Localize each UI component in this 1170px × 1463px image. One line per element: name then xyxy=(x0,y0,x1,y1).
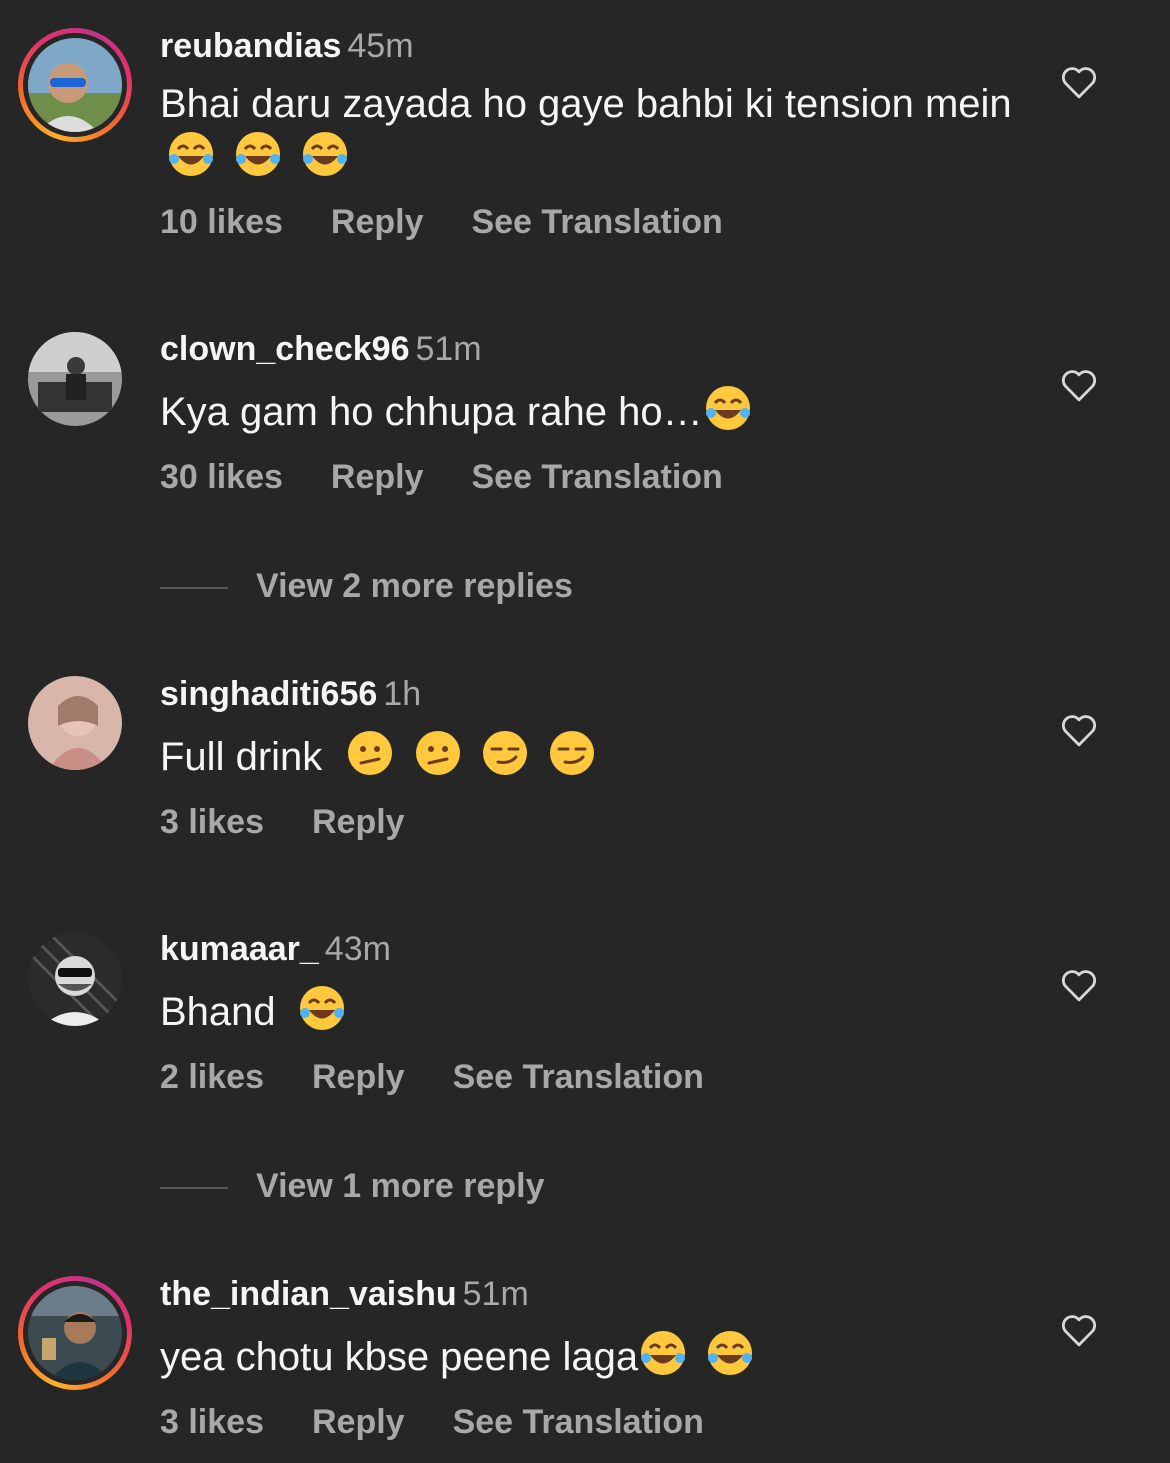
joy-emoji xyxy=(641,1331,686,1375)
comment-text: yea chotu kbse peene laga xyxy=(160,1328,1020,1382)
heart-icon[interactable] xyxy=(1058,1309,1100,1351)
divider-line xyxy=(160,587,228,590)
comment-text: Bhai daru zayada ho gaye bahbi ki tensio… xyxy=(160,80,1020,183)
likes-count[interactable]: 10 likes xyxy=(160,203,283,241)
avatar xyxy=(28,38,122,132)
avatar xyxy=(28,1286,122,1380)
divider-line xyxy=(160,1187,228,1190)
comment-text: Full drink xyxy=(160,728,1020,782)
timestamp: 51m xyxy=(462,1275,529,1313)
view-more-replies[interactable]: View 2 more replies xyxy=(160,566,573,606)
view-more-replies[interactable]: View 1 more reply xyxy=(160,1166,545,1206)
confused-emoji xyxy=(348,731,393,775)
username[interactable]: the_indian_vaishu xyxy=(160,1275,457,1313)
heart-icon[interactable] xyxy=(1058,964,1100,1006)
comment-text: Kya gam ho chhupa rahe ho… xyxy=(160,383,1020,437)
reply-button[interactable]: Reply xyxy=(312,1403,405,1441)
reply-button[interactable]: Reply xyxy=(331,203,424,241)
username[interactable]: singhaditi656 xyxy=(160,675,377,713)
avatar-story-ring[interactable] xyxy=(18,1276,132,1390)
joy-emoji xyxy=(303,132,348,176)
joy-emoji xyxy=(705,386,750,430)
username[interactable]: kumaaar_ xyxy=(160,930,319,968)
reply-button[interactable]: Reply xyxy=(312,1058,405,1096)
likes-count[interactable]: 3 likes xyxy=(160,1403,264,1441)
see-translation-button[interactable]: See Translation xyxy=(453,1058,704,1096)
joy-emoji xyxy=(169,132,213,176)
see-translation-button[interactable]: See Translation xyxy=(471,203,722,241)
joy-emoji xyxy=(236,132,281,176)
joy-emoji xyxy=(708,1331,753,1375)
likes-count[interactable]: 2 likes xyxy=(160,1058,264,1096)
avatar xyxy=(28,676,122,770)
timestamp: 1h xyxy=(383,675,422,713)
avatar-story-ring[interactable] xyxy=(18,28,132,142)
smirk-emoji xyxy=(482,731,527,775)
smirk-emoji xyxy=(549,731,594,775)
heart-icon[interactable] xyxy=(1058,61,1100,103)
timestamp: 45m xyxy=(347,27,414,65)
avatar xyxy=(28,932,122,1026)
see-translation-button[interactable]: See Translation xyxy=(471,458,722,496)
see-translation-button[interactable]: See Translation xyxy=(453,1403,704,1441)
avatar-container[interactable] xyxy=(18,922,132,1036)
username[interactable]: clown_check96 xyxy=(160,330,409,368)
avatar-container[interactable] xyxy=(18,322,132,436)
reply-button[interactable]: Reply xyxy=(331,458,424,496)
avatar-container[interactable] xyxy=(18,666,132,780)
avatar xyxy=(28,332,122,426)
likes-count[interactable]: 30 likes xyxy=(160,458,283,496)
timestamp: 43m xyxy=(324,930,391,968)
reply-button[interactable]: Reply xyxy=(312,803,405,841)
timestamp: 51m xyxy=(415,330,482,368)
comment-text: Bhand xyxy=(160,983,1020,1037)
likes-count[interactable]: 3 likes xyxy=(160,803,264,841)
joy-emoji xyxy=(299,986,344,1030)
confused-emoji xyxy=(415,731,460,775)
heart-icon[interactable] xyxy=(1058,709,1100,751)
heart-icon[interactable] xyxy=(1058,364,1100,406)
username[interactable]: reubandias xyxy=(160,27,341,65)
